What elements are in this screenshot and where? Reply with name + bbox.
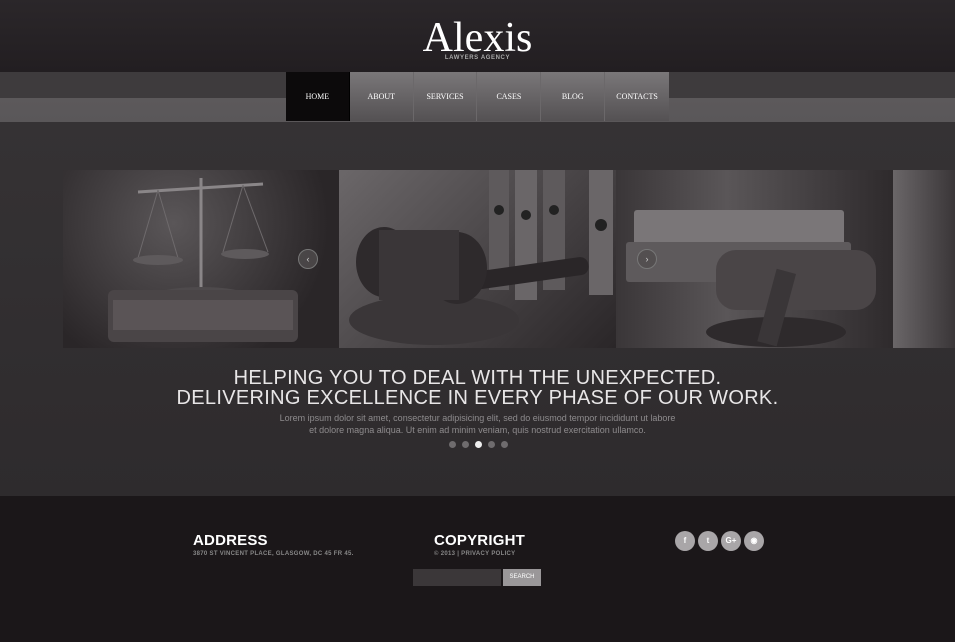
rss-icon[interactable]: ◉ <box>744 531 764 551</box>
slider-pagination <box>449 441 508 448</box>
hero-headline-line-2: DELIVERING EXCELLENCE IN EVERY PHASE OF … <box>176 387 779 409</box>
hero-headline: HELPING YOU TO DEAL WITH THE UNEXPECTED.… <box>0 368 955 408</box>
hero-description: Lorem ipsum dolor sit amet, consectetur … <box>0 412 955 436</box>
nav-item-about[interactable]: ABOUT <box>349 72 414 121</box>
nav-item-contacts[interactable]: CONTACTS <box>605 72 669 121</box>
search-input[interactable] <box>413 569 501 586</box>
site-tagline: LAWYERS AGENCY <box>444 55 511 61</box>
facebook-icon[interactable]: f <box>675 531 695 551</box>
gavel-book-illustration <box>626 210 876 347</box>
image-slider[interactable] <box>63 170 955 348</box>
chevron-right-icon: › <box>645 254 649 264</box>
hero-text-line-1: Lorem ipsum dolor sit amet, consectetur … <box>279 413 676 423</box>
address-title: ADDRESS <box>193 532 268 549</box>
slide-partial-image <box>893 170 955 348</box>
slider-prev-button[interactable]: ‹ <box>298 249 318 269</box>
main-nav: HOME ABOUT SERVICES CASES BLOG CONTACTS <box>286 72 669 121</box>
slider-next-button[interactable]: › <box>637 249 657 269</box>
nav-item-blog[interactable]: BLOG <box>541 72 606 121</box>
slider-dot-4[interactable] <box>488 441 495 448</box>
social-links: f t G+ ◉ <box>675 531 764 551</box>
address-text: 3870 ST VINCENT PLACE, GLASGOW, DC 45 FR… <box>193 551 354 557</box>
slide-gavel-image <box>339 170 616 348</box>
google-plus-icon[interactable]: G+ <box>721 531 741 551</box>
nav-item-services[interactable]: SERVICES <box>413 72 478 121</box>
slider-dot-3[interactable] <box>475 441 482 448</box>
hero-text-line-2: et dolore magna aliqua. Ut enim ad minim… <box>309 425 646 435</box>
nav-item-home[interactable]: HOME <box>286 72 350 121</box>
slider-dot-5[interactable] <box>501 441 508 448</box>
nav-item-cases[interactable]: CASES <box>477 72 542 121</box>
chevron-left-icon: ‹ <box>306 254 310 264</box>
copyright-title: COPYRIGHT <box>434 532 525 549</box>
twitter-icon[interactable]: t <box>698 531 718 551</box>
gavel-illustration <box>349 170 613 345</box>
copyright-text[interactable]: © 2013 | PRIVACY POLICY <box>434 551 515 557</box>
slider-dot-1[interactable] <box>449 441 456 448</box>
hero-headline-line-1: HELPING YOU TO DEAL WITH THE UNEXPECTED. <box>233 367 722 389</box>
slider-dot-2[interactable] <box>462 441 469 448</box>
search-button[interactable]: SEARCH <box>503 569 541 586</box>
slide-gavel-book-image <box>616 170 893 348</box>
